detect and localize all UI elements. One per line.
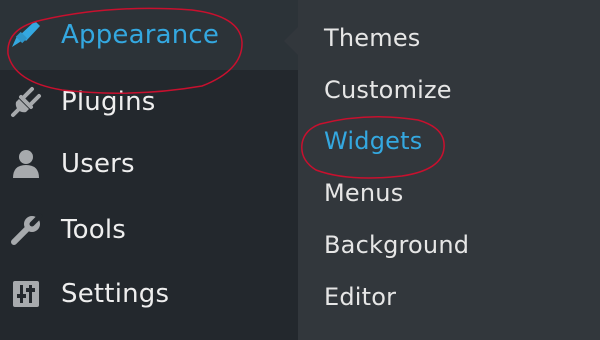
- sidebar-item-tools[interactable]: Tools: [0, 198, 298, 262]
- submenu-item-editor[interactable]: Editor: [324, 283, 396, 311]
- appearance-submenu: Themes Customize Widgets Menus Backgroun…: [298, 0, 600, 340]
- wordpress-admin-screenshot: Appearance Plugins Users Tools Settings …: [0, 0, 600, 340]
- wrench-icon: [9, 213, 43, 247]
- sidebar-item-plugins[interactable]: Plugins: [0, 70, 298, 134]
- sidebar-item-settings[interactable]: Settings: [0, 262, 298, 326]
- settings-sliders-icon: [9, 277, 43, 311]
- submenu-pointer: [284, 27, 298, 55]
- user-icon: [9, 147, 43, 181]
- submenu-item-widgets[interactable]: Widgets: [324, 127, 422, 155]
- submenu-item-customize[interactable]: Customize: [324, 76, 452, 104]
- sidebar-item-label: Appearance: [61, 20, 220, 50]
- sidebar-item-users[interactable]: Users: [0, 132, 298, 196]
- paintbrush-icon: [9, 18, 43, 52]
- sidebar-item-label: Plugins: [61, 87, 156, 117]
- sidebar-item-label: Settings: [61, 279, 170, 309]
- submenu-item-menus[interactable]: Menus: [324, 179, 403, 207]
- submenu-item-background[interactable]: Background: [324, 231, 469, 259]
- sidebar-item-appearance[interactable]: Appearance: [0, 0, 298, 70]
- admin-sidebar-menu: Appearance Plugins Users Tools Settings: [0, 0, 298, 340]
- plugin-icon: [9, 85, 43, 119]
- submenu-item-themes[interactable]: Themes: [324, 24, 421, 52]
- sidebar-item-label: Users: [61, 149, 135, 179]
- sidebar-item-label: Tools: [61, 215, 127, 245]
